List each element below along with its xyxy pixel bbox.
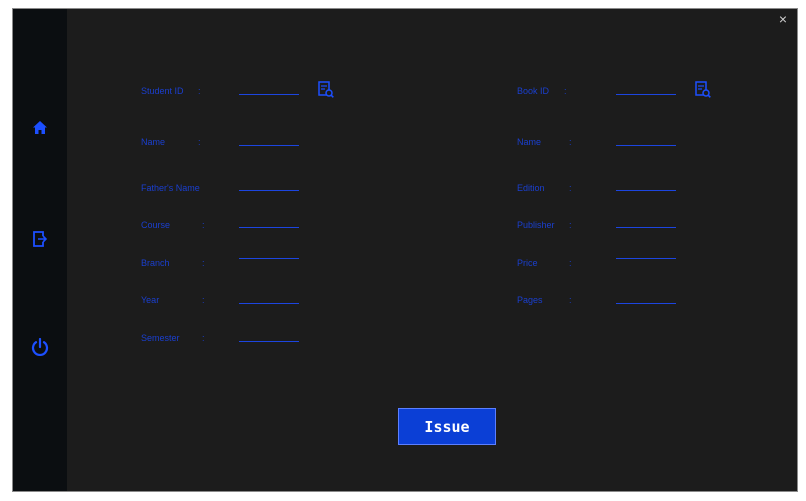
search-icon (695, 81, 711, 98)
sidebar-item-home[interactable] (29, 116, 51, 138)
sidebar (13, 9, 67, 491)
branch-label: Branch (141, 258, 170, 268)
sidebar-item-logout[interactable] (29, 228, 51, 250)
logout-icon (33, 231, 47, 247)
student-id-label: Student ID (141, 86, 184, 96)
colon: : (202, 333, 205, 343)
year-label: Year (141, 295, 160, 305)
close-button[interactable]: × (779, 12, 787, 26)
father-name-field[interactable] (239, 176, 299, 191)
student-id-input[interactable] (239, 80, 299, 95)
course-field[interactable] (239, 213, 299, 228)
year-field[interactable] (239, 289, 299, 304)
book-name-label: Name (517, 137, 542, 147)
search-icon (318, 81, 334, 98)
branch-field[interactable] (239, 244, 299, 259)
colon: : (564, 86, 567, 96)
colon: : (202, 258, 205, 268)
pages-field[interactable] (616, 289, 676, 304)
colon: : (569, 295, 572, 305)
colon: : (198, 86, 201, 96)
edition-label: Edition (517, 183, 545, 193)
book-search-button[interactable] (695, 81, 711, 99)
pages-label: Pages (517, 295, 543, 305)
sidebar-item-power[interactable] (29, 336, 51, 358)
power-icon (31, 338, 49, 356)
book-id-input[interactable] (616, 80, 676, 95)
colon: : (569, 183, 572, 193)
student-search-button[interactable] (318, 81, 334, 99)
book-id-label: Book ID (517, 86, 550, 96)
colon: : (202, 220, 205, 230)
issue-button[interactable]: Issue (398, 408, 496, 445)
student-name-field[interactable] (239, 131, 299, 146)
publisher-field[interactable] (616, 213, 676, 228)
price-field[interactable] (616, 244, 676, 259)
colon: : (569, 220, 572, 230)
colon: : (198, 137, 201, 147)
father-name-label: Father's Name (141, 183, 200, 193)
book-name-field[interactable] (616, 131, 676, 146)
colon: : (569, 137, 572, 147)
colon: : (202, 295, 205, 305)
price-label: Price (517, 258, 538, 268)
publisher-label: Publisher (517, 220, 555, 230)
student-name-label: Name (141, 137, 166, 147)
issue-book-window: × Student ID : Name : Father's Name Cour… (12, 8, 798, 492)
home-icon (33, 120, 47, 134)
semester-field[interactable] (239, 327, 299, 342)
course-label: Course (141, 220, 171, 230)
semester-label: Semester (141, 333, 180, 343)
colon: : (569, 258, 572, 268)
edition-field[interactable] (616, 176, 676, 191)
